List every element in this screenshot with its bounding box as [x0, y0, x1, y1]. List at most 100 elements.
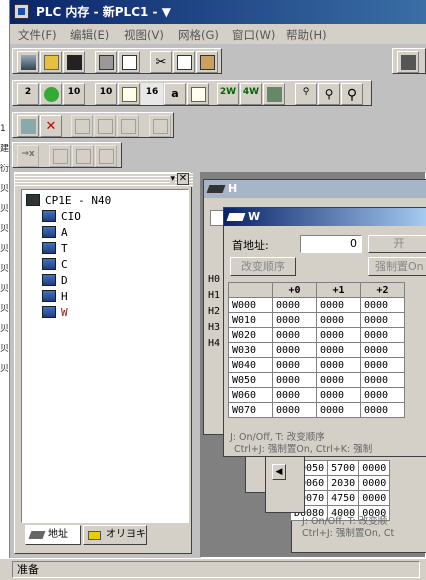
tree-item-cio[interactable]: CIO — [42, 209, 81, 225]
paste-icon — [200, 55, 215, 70]
grid-cell[interactable]: 0000 — [316, 297, 361, 313]
grid-cell[interactable]: 0000 — [360, 327, 405, 343]
open-button[interactable]: 开 — [368, 235, 426, 253]
signed-decimal-button[interactable]: 10 — [95, 83, 117, 105]
grid-cell[interactable]: 0000 — [272, 327, 317, 343]
disabled-button-2[interactable] — [94, 115, 116, 137]
grid-cell[interactable]: 0000 — [360, 387, 405, 403]
float-button[interactable] — [187, 83, 209, 105]
grid-cell[interactable]: 0000 — [316, 402, 361, 418]
transfer-button[interactable] — [17, 115, 39, 137]
tab-address[interactable]: 地址 — [25, 525, 81, 545]
row-addr: W030 — [228, 342, 273, 358]
display-button[interactable] — [263, 83, 285, 105]
d-cell[interactable]: 0000 — [358, 460, 391, 476]
disabled-button-1[interactable] — [71, 115, 93, 137]
force-off-button[interactable] — [72, 145, 94, 167]
h-row-addr: H3 — [208, 322, 221, 333]
w-memory-window[interactable]: W 首地址: 0 开 改变顺序 强制置On +0 +1 +2 W000 0000 0… — [223, 207, 426, 457]
zoom-large-button[interactable]: ⚲ — [341, 83, 363, 105]
copy-button[interactable] — [173, 51, 195, 73]
pane-grip[interactable]: ▾ ✕ — [15, 173, 193, 187]
d-cell[interactable]: 0000 — [358, 490, 391, 506]
hex-button[interactable]: 16 — [141, 83, 163, 105]
monitor-button[interactable] — [397, 51, 419, 73]
on-off-button[interactable] — [40, 83, 62, 105]
grid-cell[interactable]: 0000 — [272, 387, 317, 403]
ascii-button[interactable]: a — [164, 83, 186, 105]
two-word-button[interactable]: 2W — [217, 83, 239, 105]
tree-item-c[interactable]: C — [42, 257, 68, 273]
start-address-input[interactable]: 0 — [300, 235, 362, 253]
decimal-button[interactable]: 10 — [63, 83, 85, 105]
zoom-medium-button[interactable]: ⚲ — [318, 83, 340, 105]
page-icon — [153, 119, 168, 134]
title-bar[interactable]: PLC 内存 - 新PLC1 - ▼ — [10, 0, 426, 24]
grid-cell[interactable]: 0000 — [272, 402, 317, 418]
d-cell[interactable]: 4750 — [327, 490, 360, 506]
grid-cell[interactable]: 0000 — [316, 357, 361, 373]
scroll-left-icon[interactable]: ◀ — [272, 464, 286, 480]
grid-cell[interactable]: 0000 — [360, 297, 405, 313]
tab-other[interactable]: オリヨキ — [83, 525, 147, 545]
grid-cell[interactable]: 0000 — [316, 327, 361, 343]
tree-root[interactable]: CP1E - N40 — [26, 193, 111, 209]
menu-grid[interactable]: 网格(G) — [178, 27, 219, 43]
disabled-button-4[interactable] — [149, 115, 171, 137]
tree-item-d[interactable]: D — [42, 273, 68, 289]
bcd-button[interactable] — [118, 83, 140, 105]
force-cancel-button[interactable] — [95, 145, 117, 167]
tree-item-h[interactable]: H — [42, 289, 68, 305]
open-button[interactable] — [40, 51, 62, 73]
grid-cell[interactable]: 0000 — [360, 342, 405, 358]
tree-item-t[interactable]: T — [42, 241, 68, 257]
h-window-titlebar[interactable]: H — [204, 180, 426, 198]
force-on-button[interactable]: 强制置On — [368, 257, 426, 276]
print-button[interactable] — [95, 51, 117, 73]
w-window-titlebar[interactable]: W — [224, 208, 426, 226]
grid-cell[interactable]: 0000 — [272, 357, 317, 373]
d-cell[interactable]: 5700 — [327, 460, 360, 476]
page-icon — [76, 149, 91, 164]
delete-button[interactable]: ✕ — [40, 115, 62, 137]
disabled-button-3[interactable] — [117, 115, 139, 137]
grid-cell[interactable]: 0000 — [272, 297, 317, 313]
force-button[interactable]: →x — [17, 145, 39, 167]
grid-cell[interactable]: 0000 — [316, 342, 361, 358]
grid-cell[interactable]: 0000 — [360, 402, 405, 418]
menu-edit[interactable]: 编辑(E) — [70, 27, 109, 43]
change-order-button[interactable]: 改变顺序 — [230, 257, 296, 276]
grid-cell[interactable]: 0000 — [316, 372, 361, 388]
grid-cell[interactable]: 0000 — [272, 372, 317, 388]
toolbar-extra — [392, 48, 426, 74]
background-app-strip: 1建衍贝贝贝贝贝贝贝贝贝贝 — [0, 0, 10, 580]
stacked-window-2[interactable]: ◀ — [265, 453, 305, 513]
menu-help[interactable]: 帮助(H) — [286, 27, 327, 43]
online-button[interactable] — [17, 51, 39, 73]
paste-button[interactable] — [196, 51, 218, 73]
pane-close-icon[interactable]: ✕ — [177, 173, 189, 185]
tree-item-w[interactable]: W — [42, 305, 68, 321]
grid-cell[interactable]: 0000 — [360, 357, 405, 373]
menu-window[interactable]: 窗口(W) — [232, 27, 275, 43]
grid-cell[interactable]: 0000 — [360, 312, 405, 328]
d-cell[interactable]: 0000 — [358, 475, 391, 491]
cut-button[interactable]: ✂ — [150, 51, 172, 73]
menu-view[interactable]: 视图(V) — [124, 27, 164, 43]
d-cell[interactable]: 2030 — [327, 475, 360, 491]
grid-cell[interactable]: 0000 — [272, 312, 317, 328]
red-x-icon: ✕ — [45, 119, 57, 134]
save-button[interactable] — [63, 51, 85, 73]
grid-cell[interactable]: 0000 — [360, 372, 405, 388]
print-preview-button[interactable] — [118, 51, 140, 73]
zoom-small-button[interactable]: ⚲ — [295, 83, 317, 105]
bit-mode-button[interactable]: 2 — [17, 83, 39, 105]
menu-file[interactable]: 文件(F) — [18, 27, 57, 43]
grid-cell[interactable]: 0000 — [316, 312, 361, 328]
tree-item-a[interactable]: A — [42, 225, 68, 241]
four-word-button[interactable]: 4W — [240, 83, 262, 105]
grid-cell[interactable]: 0000 — [316, 387, 361, 403]
force-on-button[interactable] — [49, 145, 71, 167]
grid-cell[interactable]: 0000 — [272, 342, 317, 358]
pane-minimize-icon[interactable]: ▾ — [170, 174, 175, 184]
